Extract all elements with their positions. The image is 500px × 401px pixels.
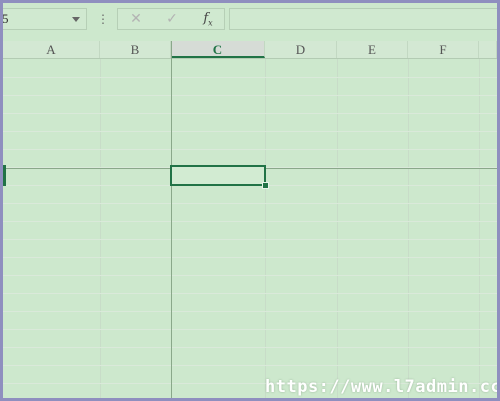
row-gridline	[3, 293, 497, 294]
column-header-f[interactable]: F	[408, 41, 479, 58]
column-gridline	[479, 59, 480, 398]
close-icon[interactable]: ✕	[122, 9, 150, 29]
row-gridline	[3, 365, 497, 366]
column-gridline	[408, 59, 409, 398]
cell-area[interactable]	[3, 59, 497, 398]
fill-handle[interactable]	[262, 182, 269, 189]
name-box[interactable]: 5	[2, 8, 87, 30]
row-gridline	[3, 329, 497, 330]
formula-input[interactable]	[229, 8, 497, 30]
formula-buttons: ✕ ✓ fx	[117, 8, 225, 30]
column-header-e[interactable]: E	[337, 41, 408, 58]
fx-sub: x	[208, 18, 213, 28]
spreadsheet-window: 5 ⋮ ✕ ✓ fx ABCDEF https://www.l7admin.cc	[0, 0, 500, 401]
row-gridline	[3, 149, 497, 150]
column-headers: ABCDEF	[3, 41, 497, 59]
row-gridline	[3, 275, 497, 276]
column-header-blank[interactable]	[479, 41, 497, 58]
column-gridline	[265, 59, 266, 398]
row-gridline	[3, 239, 497, 240]
row-gridline	[3, 95, 497, 96]
name-box-value: 5	[2, 11, 9, 26]
column-indicator-line	[171, 41, 172, 398]
column-header-b[interactable]: B	[100, 41, 171, 58]
row-gridline	[3, 203, 497, 204]
row-gridline	[3, 311, 497, 312]
row-gridline	[3, 113, 497, 114]
fx-icon[interactable]: fx	[194, 9, 222, 29]
row-gridline	[3, 77, 497, 78]
row-gridline	[3, 257, 497, 258]
chevron-down-icon[interactable]	[72, 17, 80, 22]
column-gridline	[100, 59, 101, 398]
check-icon[interactable]: ✓	[158, 9, 186, 29]
row-gridline	[3, 221, 497, 222]
column-header-a[interactable]: A	[3, 41, 100, 58]
watermark-text: https://www.l7admin.cc	[265, 377, 500, 397]
worksheet-grid[interactable]: ABCDEF	[3, 41, 497, 398]
more-options-icon[interactable]: ⋮	[97, 10, 109, 28]
active-cell[interactable]	[170, 165, 266, 186]
column-header-c[interactable]: C	[171, 41, 265, 58]
column-gridline	[337, 59, 338, 398]
row-gridline	[3, 347, 497, 348]
row-header-selected[interactable]	[3, 165, 6, 186]
column-header-d[interactable]: D	[265, 41, 337, 58]
formula-bar: 5 ⋮ ✕ ✓ fx	[3, 3, 497, 35]
row-gridline	[3, 131, 497, 132]
